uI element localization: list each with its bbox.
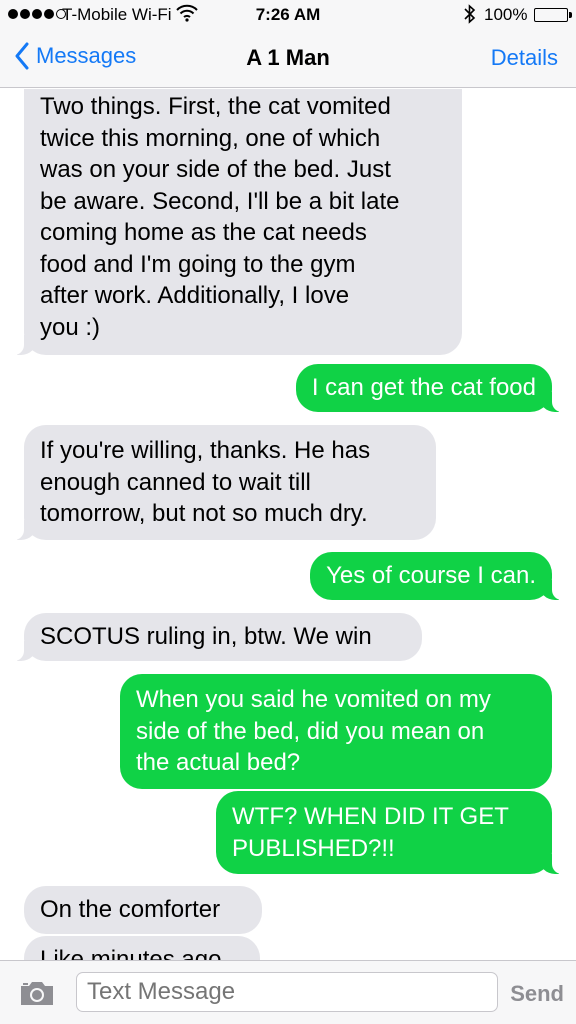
conversation-title: A 1 Man [246, 45, 330, 70]
message-text: If you're willing, thanks. He has enough… [40, 437, 371, 527]
message-text: When you said he vomited on my side of t… [136, 686, 491, 776]
bluetooth-icon [464, 4, 476, 29]
outgoing-message[interactable]: Yes of course I can. [310, 552, 566, 600]
outgoing-message[interactable]: WTF? WHEN DID IT GET PUBLISHED?!! [216, 791, 566, 874]
battery-percent: 100% [484, 5, 528, 24]
navigation-bar: Messages A 1 Man Details [0, 30, 576, 88]
status-bar: T-Mobile Wi-Fi 7:26 AM 100% [0, 0, 576, 30]
text-message-input[interactable] [76, 972, 498, 1012]
message-composer: Send [0, 960, 576, 1024]
message-text: On the comforter [40, 896, 221, 923]
incoming-message[interactable]: On the comforter [24, 886, 262, 934]
camera-icon[interactable] [18, 979, 56, 1012]
incoming-message[interactable]: SCOTUS ruling in, btw. We win [10, 613, 422, 661]
incoming-message[interactable]: If you're willing, thanks. He has enough… [10, 425, 436, 540]
send-button[interactable]: Send [510, 981, 564, 1007]
message-text: Two things. First, the cat vomited twice… [40, 93, 400, 341]
outgoing-message[interactable]: When you said he vomited on my side of t… [120, 674, 552, 789]
outgoing-message[interactable]: I can get the cat food [295, 364, 567, 412]
message-thread[interactable]: Two things. First, the cat vomited twice… [0, 89, 576, 960]
message-text: Yes of course I can. [326, 562, 536, 589]
message-text: Like minutes ago [40, 946, 222, 960]
message-text: SCOTUS ruling in, btw. We win [40, 623, 372, 650]
incoming-message[interactable]: Two things. First, the cat vomited twice… [10, 89, 462, 355]
incoming-message[interactable]: Like minutes ago [24, 936, 260, 960]
message-text: I can get the cat food [311, 374, 536, 401]
details-button[interactable]: Details [491, 45, 558, 71]
battery-icon [534, 8, 572, 22]
message-text: WTF? WHEN DID IT GET PUBLISHED?!! [232, 803, 509, 862]
